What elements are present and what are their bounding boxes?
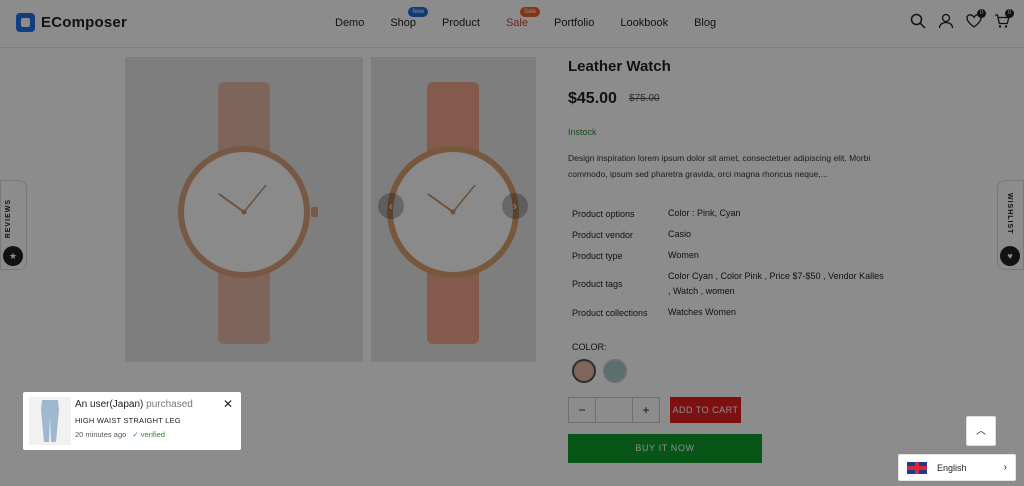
purchase-action: purchased	[146, 399, 193, 410]
language-selector[interactable]: English ›	[898, 454, 1016, 481]
purchase-meta: 20 minutes ago ✓ verified	[75, 430, 165, 439]
purchase-product-thumbnail[interactable]	[29, 397, 71, 445]
uk-flag-icon	[907, 461, 927, 474]
check-circle-icon: ✓	[132, 430, 139, 439]
purchase-notification[interactable]: An user(Japan) purchased HIGH WAIST STRA…	[23, 392, 241, 450]
purchase-title: An user(Japan) purchased	[75, 399, 193, 410]
verified-badge: ✓ verified	[132, 430, 165, 439]
verified-label: verified	[140, 430, 165, 439]
scroll-to-top-button[interactable]: ︿	[966, 416, 996, 446]
close-icon[interactable]: ✕	[223, 397, 233, 411]
purchase-time: 20 minutes ago	[75, 430, 127, 439]
purchase-product-name[interactable]: HIGH WAIST STRAIGHT LEG	[75, 416, 181, 425]
chevron-up-icon: ︿	[976, 426, 986, 437]
purchase-buyer: An user(Japan)	[75, 399, 144, 410]
language-label: English	[937, 462, 967, 473]
chevron-right-icon: ›	[1003, 462, 1007, 473]
